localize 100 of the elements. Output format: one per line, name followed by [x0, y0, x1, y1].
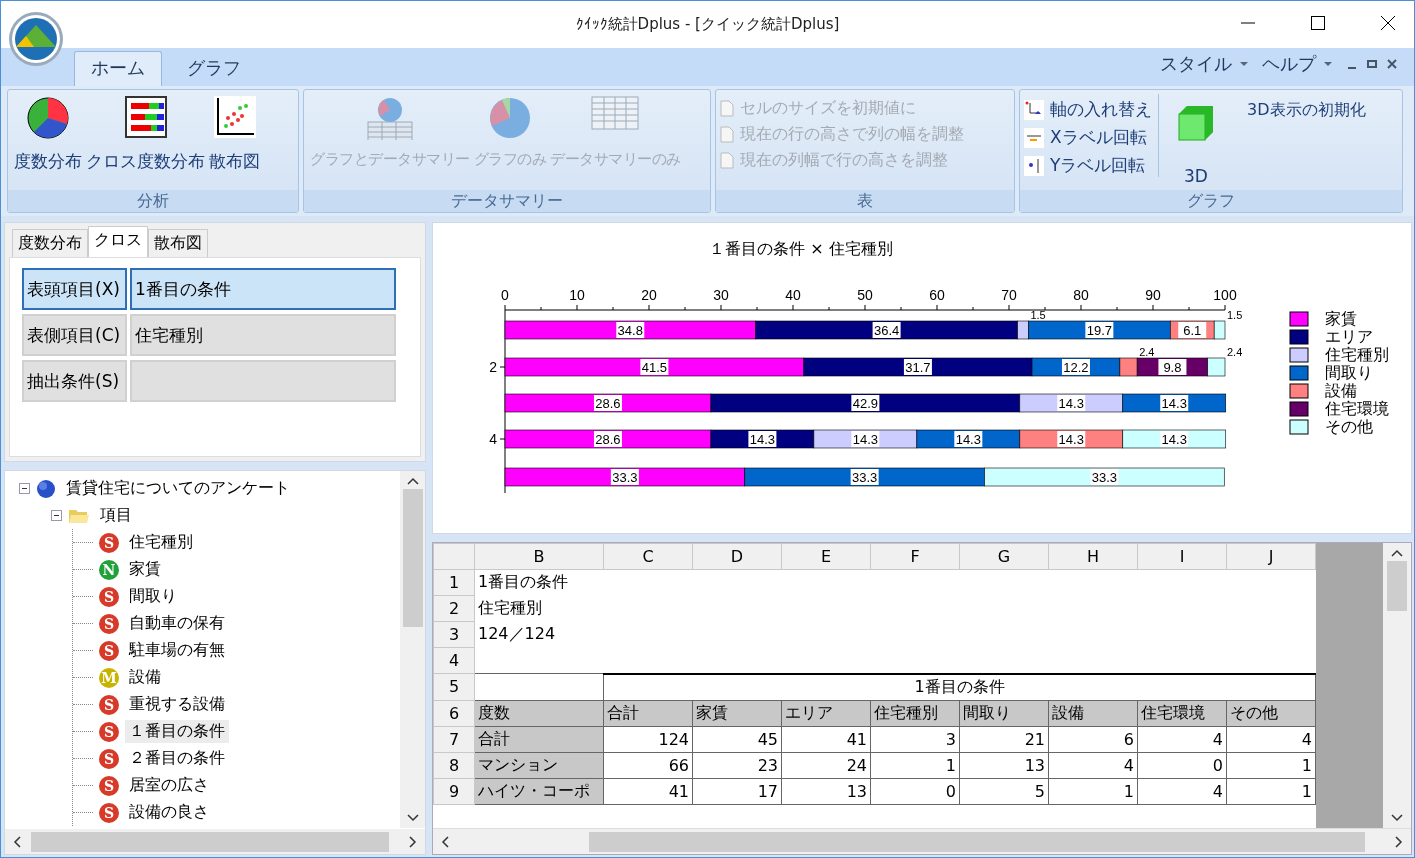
menu-dropdown[interactable]: ヘルプ — [1262, 52, 1332, 76]
row-header[interactable]: 3 — [433, 621, 475, 648]
scroll-left-icon[interactable] — [441, 835, 449, 848]
tree-item[interactable]: 設備 — [125, 666, 165, 689]
restore-icon[interactable] — [1366, 58, 1378, 70]
column-header[interactable]: H — [1048, 543, 1138, 570]
table-cell: マンション — [474, 752, 604, 778]
collapse-icon[interactable] — [19, 483, 30, 494]
row-header[interactable]: 9 — [433, 778, 475, 804]
scroll-down-icon[interactable] — [1391, 814, 1403, 822]
scroll-right-icon[interactable] — [1395, 835, 1403, 848]
tree-item[interactable]: 居室の広さ — [125, 774, 213, 797]
row-header[interactable]: 8 — [433, 752, 475, 778]
ribbon-tab[interactable]: ホーム — [74, 51, 162, 86]
table-cell: 1 — [1048, 778, 1138, 804]
table-cell: 住宅環境 — [1137, 700, 1227, 726]
pie-chart-icon — [487, 96, 532, 140]
legend-label: 設備 — [1325, 381, 1357, 400]
column-header[interactable]: C — [603, 543, 693, 570]
type-badge: S — [99, 802, 119, 823]
tree-item[interactable]: 項目 — [96, 504, 136, 527]
panel-tab[interactable]: 散布図 — [148, 229, 208, 257]
column-header[interactable]: B — [474, 543, 604, 570]
row-header[interactable]: 1 — [433, 569, 475, 596]
scrollbar[interactable] — [400, 471, 425, 828]
ribbon-button[interactable]: 散布図 — [207, 94, 262, 175]
ribbon-button[interactable]: 度数分布 — [12, 94, 84, 175]
table-cell: 1 — [870, 752, 960, 778]
type-badge: S — [99, 748, 119, 769]
row-header[interactable]: 2 — [433, 595, 475, 622]
scrollbar[interactable] — [1383, 543, 1411, 828]
ribbon-button[interactable]: 3D — [1175, 94, 1217, 188]
tree-item[interactable]: 駐車場の有無 — [125, 639, 229, 662]
scrollbar[interactable] — [433, 828, 1411, 854]
column-header[interactable]: G — [959, 543, 1049, 570]
row-header[interactable]: 4 — [433, 647, 475, 674]
group-label: グラフ — [1020, 190, 1402, 212]
setting-label: 抽出条件(S) — [22, 360, 127, 402]
row-header[interactable]: 6 — [433, 700, 475, 726]
table-cell: 合計 — [474, 726, 604, 752]
column-header[interactable]: E — [781, 543, 871, 570]
table-cell: 1 — [1226, 752, 1316, 778]
close-icon[interactable] — [1380, 15, 1396, 31]
ribbon-tab[interactable]: グラフ — [170, 51, 258, 86]
document-icon — [720, 126, 734, 143]
tree-item[interactable]: 家賃 — [125, 558, 165, 581]
scroll-down-icon[interactable] — [406, 814, 419, 822]
legend-label: 住宅環境 — [1325, 399, 1389, 418]
panel-tab[interactable]: クロス — [88, 226, 148, 257]
column-header[interactable]: J — [1226, 543, 1316, 570]
tree-item[interactable]: 重視する設備 — [125, 693, 229, 716]
tick-label: 100 — [1213, 287, 1237, 303]
setting-field[interactable] — [130, 360, 396, 402]
ribbon-button[interactable]: Yラベル回転 — [1024, 154, 1152, 177]
axis-label-icon — [1024, 127, 1044, 148]
scroll-thumb[interactable] — [1387, 561, 1407, 611]
table-cell: 家賃 — [692, 700, 782, 726]
scrollbar[interactable] — [5, 829, 425, 854]
table-cell: 度数 — [474, 700, 604, 726]
data-label: 41.5 — [640, 359, 669, 375]
scroll-thumb[interactable] — [31, 831, 389, 852]
data-label: 34.8 — [616, 322, 645, 338]
scroll-left-icon[interactable] — [13, 835, 21, 848]
type-badge: N — [99, 559, 119, 580]
table-cell: 17 — [692, 778, 782, 804]
column-header[interactable]: I — [1137, 543, 1227, 570]
data-label: 33.3 — [1090, 469, 1119, 485]
ribbon-button[interactable]: クロス度数分布 — [84, 94, 207, 175]
scroll-right-icon[interactable] — [409, 835, 417, 848]
tree-item[interactable]: ２番目の条件 — [125, 747, 229, 770]
table-cell: 124 — [603, 726, 693, 752]
maximize-icon[interactable] — [1310, 15, 1326, 31]
scroll-up-icon[interactable] — [1391, 549, 1403, 557]
column-header[interactable]: D — [692, 543, 782, 570]
tree-item[interactable]: 住宅種別 — [125, 531, 197, 554]
collapse-icon[interactable] — [51, 510, 62, 521]
axis-swap-icon — [1024, 99, 1044, 120]
tree-item[interactable]: 自動車の保有 — [125, 612, 229, 635]
column-header[interactable]: F — [870, 543, 960, 570]
ribbon-button[interactable]: 3D表示の初期化 — [1217, 94, 1366, 121]
tree-item[interactable]: 賃貸住宅についてのアンケート — [62, 477, 294, 500]
tree-item[interactable]: １番目の条件 — [125, 720, 229, 743]
setting-field[interactable]: 1番目の条件 — [130, 268, 396, 310]
scroll-thumb[interactable] — [402, 489, 423, 627]
table-cell: 1 — [1226, 778, 1316, 804]
data-label: 28.6 — [593, 395, 622, 411]
ribbon-button[interactable]: Xラベル回転 — [1024, 126, 1152, 149]
menu-dropdown[interactable]: スタイル — [1160, 52, 1248, 76]
setting-field[interactable]: 住宅種別 — [130, 314, 396, 356]
data-label: 36.4 — [872, 322, 901, 338]
setting-label: 表頭項目(X) — [22, 268, 127, 310]
scroll-up-icon[interactable] — [406, 477, 419, 485]
tree-item[interactable]: 設備の良さ — [125, 801, 213, 824]
ribbon-button[interactable]: 軸の入れ替え — [1024, 98, 1152, 121]
scroll-thumb[interactable] — [589, 831, 1365, 852]
row-header[interactable]: 5 — [433, 673, 475, 700]
panel-tab[interactable]: 度数分布 — [12, 229, 88, 257]
row-header[interactable]: 7 — [433, 726, 475, 752]
tree-item[interactable]: 間取り — [125, 585, 181, 608]
bar-chart-icon — [124, 96, 167, 140]
